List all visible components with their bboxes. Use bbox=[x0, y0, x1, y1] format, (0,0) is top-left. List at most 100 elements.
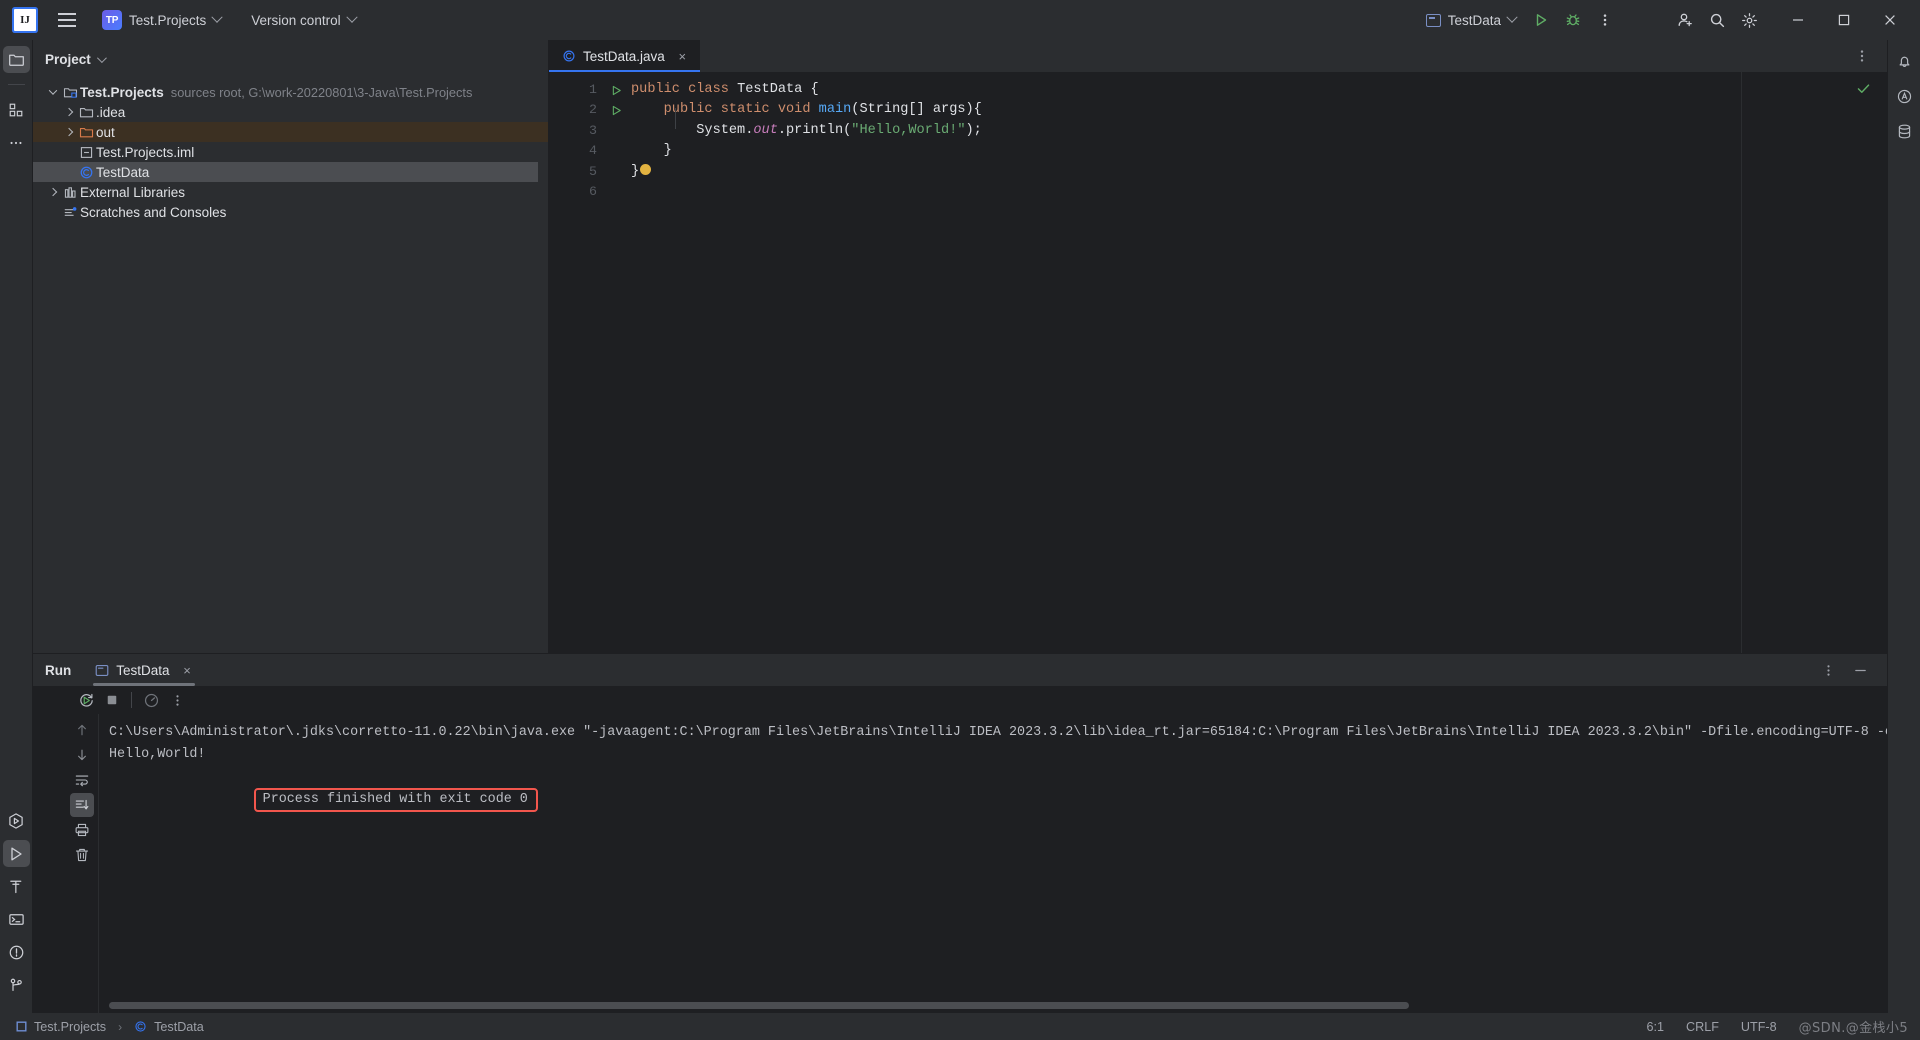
run-panel-options-button[interactable] bbox=[1813, 655, 1843, 685]
java-class-icon bbox=[562, 49, 576, 63]
breadcrumb-class[interactable]: TestData bbox=[130, 1018, 208, 1036]
folder-icon bbox=[8, 54, 24, 66]
tree-node-testdata[interactable]: TestData bbox=[33, 162, 538, 182]
editor-tab-testdata-java[interactable]: TestData.java × bbox=[549, 40, 700, 72]
editor-scrollbar-stripe[interactable] bbox=[1741, 72, 1887, 653]
close-icon[interactable]: × bbox=[675, 49, 690, 64]
close-icon[interactable]: × bbox=[180, 663, 195, 678]
sidebar-item-build[interactable] bbox=[3, 873, 30, 900]
project-name-label: Test.Projects bbox=[129, 12, 207, 28]
tree-node-out[interactable]: out bbox=[33, 122, 548, 142]
maximize-window-button[interactable] bbox=[1822, 0, 1866, 40]
rerun-button[interactable] bbox=[74, 688, 98, 712]
token: } bbox=[631, 163, 640, 179]
scratches-icon bbox=[61, 205, 80, 220]
stripe-divider bbox=[7, 84, 25, 85]
scroll-to-end-button[interactable] bbox=[70, 793, 94, 817]
sidebar-item-problems[interactable] bbox=[3, 939, 30, 966]
notifications-button[interactable] bbox=[1891, 48, 1918, 75]
tree-node-test-projects[interactable]: Test.Projects sources root, G:\work-2022… bbox=[33, 82, 548, 102]
token: .println( bbox=[777, 122, 852, 138]
run-panel-hide-button[interactable] bbox=[1845, 655, 1875, 685]
stop-button[interactable] bbox=[100, 688, 124, 712]
token: ); bbox=[965, 122, 982, 138]
chevron-right-icon[interactable] bbox=[61, 124, 77, 140]
token: public bbox=[631, 82, 689, 97]
chevron-right-icon[interactable] bbox=[61, 104, 77, 120]
more-actions-button[interactable] bbox=[1590, 5, 1620, 35]
java-class-icon bbox=[134, 1020, 147, 1033]
scroll-up-button[interactable] bbox=[70, 718, 94, 742]
run-tab-testdata[interactable]: TestData × bbox=[85, 654, 202, 686]
line-number: 2 bbox=[589, 102, 597, 118]
soft-wrap-icon bbox=[75, 775, 89, 787]
close-icon bbox=[1885, 15, 1895, 25]
project-panel-header[interactable]: Project bbox=[33, 46, 548, 72]
database-button[interactable] bbox=[1891, 118, 1918, 145]
settings-button[interactable] bbox=[1734, 5, 1764, 35]
version-control-selector[interactable]: Version control bbox=[243, 7, 363, 33]
debug-icon bbox=[1566, 14, 1580, 26]
process-finished-message: Process finished with exit code 0 bbox=[253, 788, 538, 812]
ellipsis-icon bbox=[10, 141, 22, 144]
code-editor[interactable]: 1 2 3 4 5 6 public class TestData {publ… bbox=[549, 72, 1887, 653]
console-output[interactable]: C:\Users\Administrator\.jdks\corretto-11… bbox=[99, 714, 1887, 1013]
debug-button[interactable] bbox=[1558, 5, 1588, 35]
chevron-right-icon[interactable] bbox=[45, 184, 61, 200]
sidebar-item-version-control[interactable] bbox=[3, 972, 30, 999]
line-separator[interactable]: CRLF bbox=[1686, 1020, 1719, 1034]
tree-node-idea[interactable]: .idea bbox=[33, 102, 548, 122]
sidebar-item-more[interactable] bbox=[3, 129, 30, 156]
sidebar-item-run[interactable] bbox=[2, 840, 30, 867]
run-button[interactable] bbox=[1526, 5, 1556, 35]
tree-node-iml-file[interactable]: Test.Projects.iml bbox=[33, 142, 548, 162]
scroll-down-button[interactable] bbox=[70, 743, 94, 767]
main-menu-icon[interactable] bbox=[52, 5, 82, 35]
tree-node-label: Test.Projects bbox=[80, 84, 164, 100]
code-text-area[interactable]: public class TestData { public static vo… bbox=[603, 72, 1741, 653]
clear-all-button[interactable] bbox=[70, 843, 94, 867]
more-options-button[interactable] bbox=[165, 688, 189, 712]
file-encoding[interactable]: UTF-8 bbox=[1741, 1020, 1777, 1034]
console-horizontal-scrollbar[interactable] bbox=[109, 1002, 1409, 1009]
tree-node-external-libraries[interactable]: External Libraries bbox=[33, 182, 548, 202]
sidebar-item-terminal[interactable] bbox=[3, 906, 30, 933]
ai-assistant-button[interactable] bbox=[1891, 83, 1918, 110]
console-wrapper: C:\Users\Administrator\.jdks\corretto-11… bbox=[66, 714, 1887, 1013]
sidebar-item-structure[interactable] bbox=[3, 96, 30, 123]
project-selector[interactable]: TP Test.Projects bbox=[94, 7, 229, 33]
hammer-icon bbox=[9, 880, 21, 894]
title-bar: IJ TP Test.Projects Version control Test… bbox=[0, 0, 1920, 40]
token: TestData bbox=[737, 82, 803, 97]
chevron-down-icon[interactable] bbox=[45, 84, 61, 100]
editor-more-button[interactable] bbox=[1847, 41, 1877, 71]
inspection-status-icon[interactable] bbox=[1856, 81, 1871, 101]
right-tool-window-stripe bbox=[1887, 40, 1920, 1013]
search-button[interactable] bbox=[1702, 5, 1732, 35]
gutter-line: 6 bbox=[549, 182, 603, 202]
account-button[interactable] bbox=[1670, 5, 1700, 35]
scroll-to-end-icon bbox=[75, 799, 89, 810]
coverage-button[interactable] bbox=[139, 688, 163, 712]
token: static bbox=[720, 102, 778, 118]
editor-tab-label: TestData.java bbox=[583, 48, 665, 64]
chevron-down-icon bbox=[211, 11, 223, 23]
print-button[interactable] bbox=[70, 818, 94, 842]
editor-gutter[interactable]: 1 2 3 4 5 6 bbox=[549, 72, 621, 653]
caret-position[interactable]: 6:1 bbox=[1647, 1020, 1665, 1034]
tree-node-label: .idea bbox=[96, 104, 126, 120]
close-window-button[interactable] bbox=[1868, 0, 1912, 40]
tree-node-scratches[interactable]: Scratches and Consoles bbox=[33, 202, 548, 222]
run-configuration-selector[interactable]: TestData bbox=[1418, 7, 1524, 33]
intention-bulb-icon[interactable] bbox=[640, 163, 652, 175]
breadcrumb-label: Test.Projects bbox=[34, 1019, 107, 1034]
more-vertical-icon bbox=[175, 694, 179, 706]
sidebar-item-project[interactable] bbox=[2, 46, 30, 73]
minimize-window-button[interactable] bbox=[1776, 0, 1820, 40]
soft-wrap-button[interactable] bbox=[70, 768, 94, 792]
breadcrumb-module[interactable]: Test.Projects bbox=[12, 1018, 110, 1036]
sidebar-item-services[interactable] bbox=[3, 807, 30, 834]
folder-excluded-icon bbox=[77, 125, 96, 140]
toolbar-divider bbox=[131, 692, 132, 708]
